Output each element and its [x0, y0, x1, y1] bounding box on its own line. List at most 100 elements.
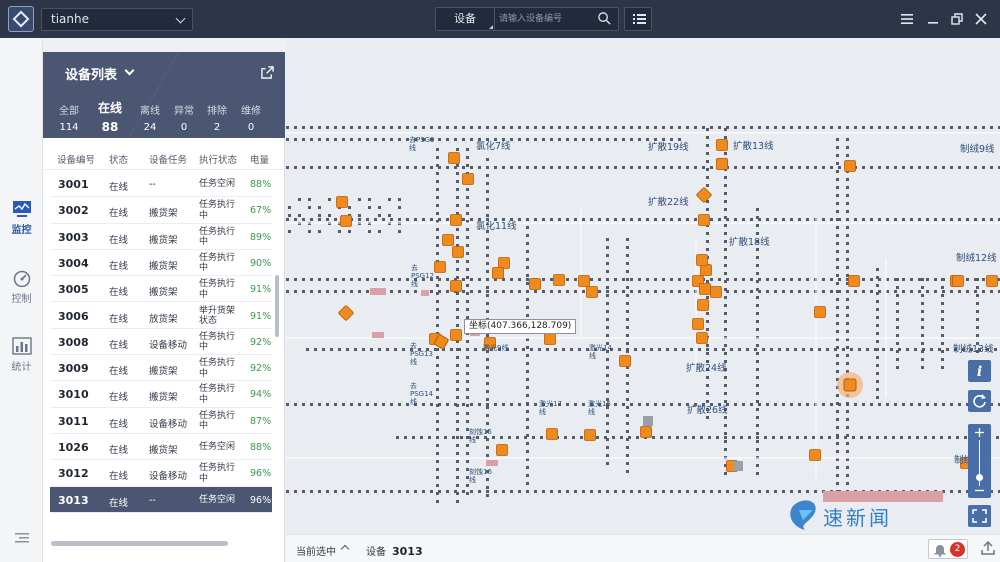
track-marker — [941, 302, 944, 305]
rail-item-control[interactable]: 控制 — [0, 269, 43, 315]
track-marker — [302, 126, 305, 129]
track-marker — [486, 214, 489, 217]
track-marker — [626, 254, 629, 257]
track-marker — [718, 278, 721, 281]
fullscreen-icon — [972, 509, 987, 523]
track-marker — [590, 166, 593, 169]
close-icon[interactable] — [973, 11, 989, 27]
track-marker — [756, 464, 759, 467]
stat-maintenance[interactable]: 维修 0 — [234, 102, 268, 133]
track-marker — [502, 166, 505, 169]
track-marker — [724, 352, 727, 355]
search-type-dropdown[interactable]: 设备 — [436, 8, 495, 30]
track-marker — [870, 403, 873, 406]
stat-online[interactable]: 在线 88 — [93, 101, 127, 134]
search-icon[interactable] — [597, 11, 612, 26]
track-marker — [906, 348, 909, 351]
panel-title[interactable]: 设备列表 — [65, 64, 117, 83]
track-marker — [724, 304, 727, 307]
track-marker — [756, 288, 759, 291]
track-marker — [836, 314, 839, 317]
column-header-battery[interactable]: 电量 — [250, 152, 269, 166]
track-marker — [414, 126, 417, 129]
track-marker — [358, 214, 361, 217]
robot-marker — [338, 305, 354, 321]
column-header-status[interactable]: 状态 — [109, 152, 128, 166]
stat-offline[interactable]: 离线 24 — [133, 102, 167, 133]
chevron-up-icon[interactable] — [340, 544, 350, 554]
map-canvas[interactable] — [286, 38, 1000, 534]
zoom-in-icon[interactable] — [974, 427, 985, 438]
menu-icon[interactable] — [899, 11, 915, 27]
column-header-task[interactable]: 设备任务 — [149, 152, 187, 166]
column-header-id[interactable]: 设备编号 — [57, 152, 95, 166]
list-view-button[interactable] — [624, 7, 652, 31]
track-marker — [876, 292, 879, 295]
table-row[interactable]: 3013 在线 -- 任务空闲 96% — [50, 486, 272, 513]
track-marker — [348, 206, 351, 209]
track-marker — [350, 290, 353, 293]
chevron-down-icon[interactable] — [124, 65, 135, 76]
track-marker — [456, 292, 459, 295]
zoom-slider[interactable] — [968, 424, 991, 498]
track-marker — [390, 278, 393, 281]
stat-abnormal[interactable]: 异常 0 — [167, 102, 201, 133]
upload-icon[interactable] — [980, 540, 996, 556]
track-marker — [938, 348, 941, 351]
track-marker — [756, 208, 759, 211]
stat-excluded[interactable]: 排除 2 — [200, 102, 234, 133]
track-marker — [518, 126, 521, 129]
table-row[interactable]: 3009 在线 搬货架 任务执行中 92% — [50, 355, 272, 382]
fullscreen-button[interactable] — [968, 505, 991, 527]
track-marker — [456, 236, 459, 239]
table-row[interactable]: 3002 在线 搬货架 任务执行中 67% — [50, 197, 272, 224]
track-marker — [941, 278, 944, 281]
reset-view-button[interactable] — [968, 390, 991, 412]
table-row[interactable]: 3003 在线 搬货架 任务执行中 89% — [50, 224, 272, 250]
minimize-icon[interactable] — [925, 11, 941, 27]
track-marker — [526, 138, 529, 141]
track-marker — [658, 348, 661, 351]
zoom-handle[interactable] — [976, 474, 983, 481]
track-marker — [724, 288, 727, 291]
warehouse-map[interactable]: 氯化7线 扩散19线 扩散13线 制绒9线 扩散22线 氯化11线 扩散18线 制绒12线 扩散… — [286, 38, 1000, 534]
track-marker — [838, 126, 841, 129]
table-row[interactable]: 3006 在线 放货架 举升货架状态 91% — [50, 303, 272, 329]
table-row[interactable]: 1026 在线 搬货架 任务空闲 88% — [50, 434, 272, 461]
track-marker — [462, 166, 465, 169]
restore-icon[interactable] — [949, 11, 965, 27]
track-marker — [638, 403, 641, 406]
track-marker — [766, 218, 769, 221]
zoom-out-icon[interactable] — [974, 485, 985, 496]
track-marker — [974, 126, 977, 129]
table-row[interactable]: 3010 在线 搬货架 任务执行中 94% — [50, 381, 272, 408]
track-marker — [982, 290, 985, 293]
current-selection-label[interactable]: 当前选中 — [296, 543, 336, 558]
table-row[interactable]: 3012 在线 设备移动 任务执行中 96% — [50, 460, 272, 487]
table-row[interactable]: 3004 在线 搬货架 任务执行中 90% — [50, 250, 272, 277]
cell-exec-status: 任务执行中 — [199, 331, 236, 353]
track-marker — [718, 490, 721, 493]
horizontal-scrollbar[interactable] — [51, 541, 228, 546]
vertical-scrollbar[interactable] — [275, 275, 279, 337]
export-icon[interactable] — [261, 66, 274, 79]
table-row[interactable]: 3001 在线 -- 任务空闲 88% — [50, 171, 272, 198]
track-marker — [756, 400, 759, 403]
search-input[interactable] — [499, 10, 591, 28]
table-row[interactable]: 3011 在线 设备移动 任务执行中 87% — [50, 408, 272, 434]
track-marker — [846, 354, 849, 357]
stat-all[interactable]: 全部 114 — [52, 102, 86, 133]
cell-status: 在线 — [109, 313, 129, 325]
track-marker — [790, 166, 793, 169]
collapse-menu-icon[interactable] — [14, 531, 30, 545]
rail-item-monitor[interactable]: 监控 — [0, 200, 43, 246]
info-button[interactable]: i — [968, 360, 991, 382]
table-row[interactable]: 3005 在线 搬货架 任务执行中 91% — [50, 276, 272, 303]
track-marker — [436, 428, 439, 431]
project-select[interactable]: tianhe — [41, 8, 193, 31]
rail-item-statistics[interactable]: 统计 — [0, 337, 43, 383]
column-header-exec[interactable]: 执行状态 — [199, 152, 237, 166]
track-marker — [436, 396, 439, 399]
table-row[interactable]: 3008 在线 设备移动 任务执行中 92% — [50, 329, 272, 356]
alarm-button[interactable]: 2 — [928, 539, 968, 559]
